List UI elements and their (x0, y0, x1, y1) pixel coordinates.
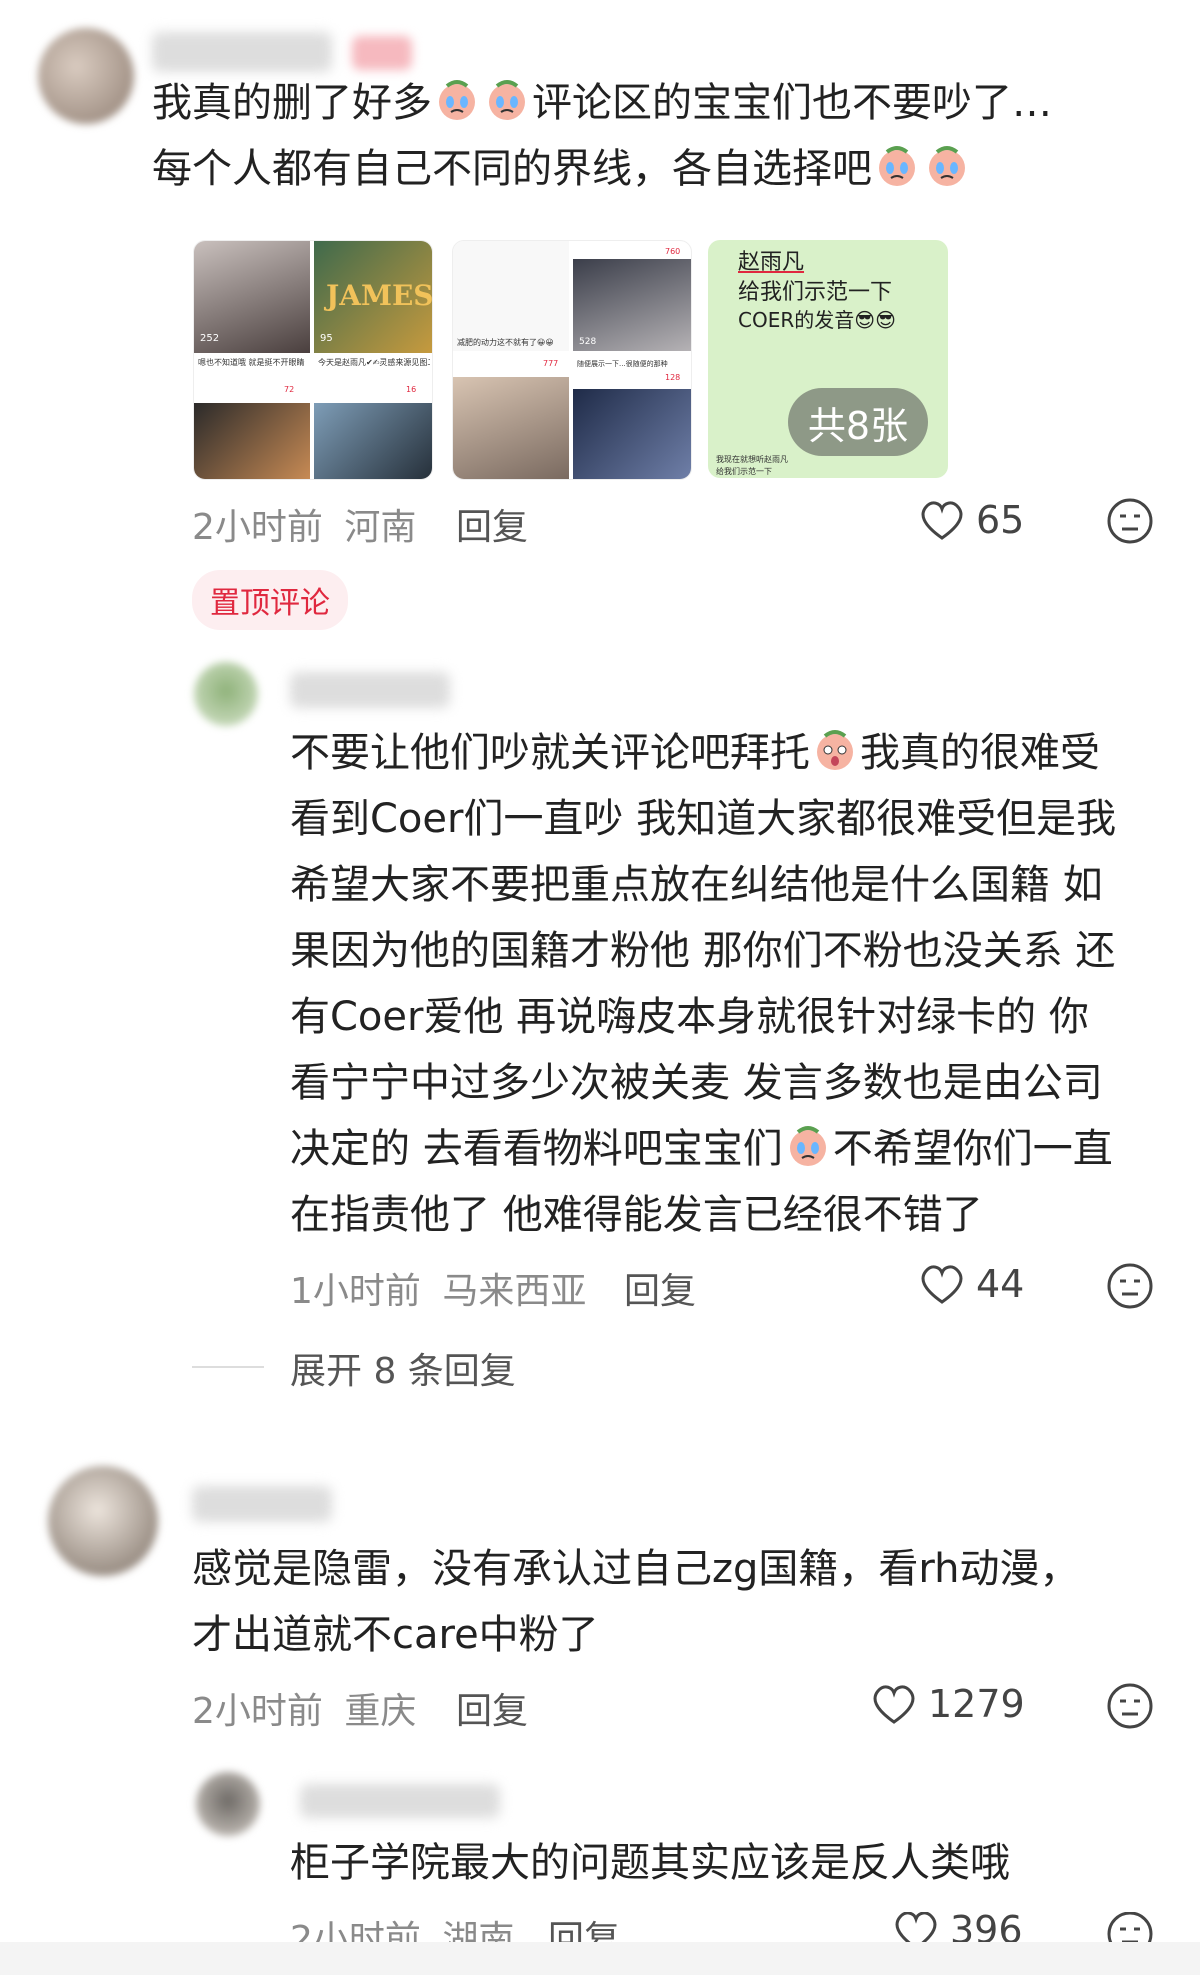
dislike-face-icon[interactable] (1106, 1682, 1154, 1730)
note-line: COER的发音😎😎 (738, 308, 896, 332)
view-count: 760 (665, 247, 681, 256)
view-count: 252 (200, 333, 220, 344)
comment-meta: 2小时前 湖南 (290, 1912, 514, 1942)
note-caption: 我现在就想听赵雨凡 (716, 455, 788, 464)
comment-time: 2小时前 (192, 507, 323, 548)
like-count: 65 (976, 498, 1025, 542)
like-count: 44 (976, 1262, 1025, 1306)
comment-location: 重庆 (344, 1691, 417, 1732)
note-caption: 给我们示范一下 (716, 467, 772, 476)
heart-icon (921, 501, 963, 540)
commenter-name[interactable] (290, 672, 450, 708)
like-count: 16 (406, 385, 417, 394)
like-button[interactable]: 65 (918, 498, 1024, 542)
comment-text: 感觉是隐雷，没有承认过自己zg国籍，看rh动漫， 才出道就不care中粉了 (192, 1536, 1182, 1668)
comment-line: 决定的 去看看物料吧宝宝们 不希望你们一直 (290, 1116, 1170, 1182)
commenter-name[interactable] (300, 1784, 500, 1818)
like-count: 777 (543, 359, 559, 368)
like-count: 72 (284, 385, 295, 394)
like-button[interactable]: 396 (892, 1912, 1023, 1942)
comment-line: 希望大家不要把重点放在纠结他是什么国籍 如 (290, 862, 1103, 908)
commenter-avatar[interactable] (48, 1466, 158, 1576)
comment-line: 有Coer爱他 再说嗨皮本身就很针对绿卡的 你 (290, 994, 1089, 1040)
note-line: 给我们示范一下 (738, 280, 893, 305)
comment-line: 柜子学院最大的问题其实应该是反人类哦 (290, 1840, 1010, 1886)
image-count-badge[interactable]: 共8张 (788, 388, 928, 456)
caption: 嗯也不知道哦 就是挺不开眼睛 (198, 358, 305, 367)
bottom-bar (0, 1942, 1200, 1975)
caption: 今天是赵雨凡✔✍灵感来源见图二 (318, 358, 430, 367)
shocked-peach-emoji-icon (817, 730, 853, 770)
dislike-face-icon[interactable] (1106, 1262, 1154, 1310)
comment-text: 我真的删了好多 评论区的宝宝们也不要吵了… 每个人都有自己不同的界线，各自选择吧 (152, 70, 1152, 202)
comment-text: 柜子学院最大的问题其实应该是反人类哦 (290, 1830, 1170, 1896)
crying-peach-emoji-icon (879, 146, 915, 186)
photo-screenshot (453, 241, 569, 351)
reply-button[interactable]: 回复 (456, 498, 528, 550)
comment-line: 看到Coer们一直吵 我知道大家都很难受但是我 (290, 796, 1117, 842)
comment-line: 不要让他们吵就关评论吧拜托 我真的很难受 (290, 720, 1170, 786)
commenter-avatar[interactable] (194, 662, 258, 726)
crying-peach-emoji-icon (489, 80, 525, 120)
crying-peach-emoji-icon (439, 80, 475, 120)
comment-location: 河南 (344, 507, 417, 548)
reply-button[interactable]: 回复 (456, 1682, 528, 1734)
comment-image-3[interactable]: 赵雨凡 给我们示范一下 COER的发音😎😎 我现在就想听赵雨凡 给我们示范一下 … (708, 240, 948, 478)
photo-street (194, 403, 310, 479)
like-count: 1279 (928, 1682, 1025, 1726)
comment-image-2[interactable]: 760 528 减肥的动力这不就有了😀😀 随便展示一下...很随便的那种 777… (452, 240, 692, 480)
dislike-face-icon[interactable] (1106, 497, 1154, 545)
like-count: 128 (665, 373, 681, 382)
comment-line: 果因为他的国籍才粉他 那你们不粉也没关系 还 (290, 928, 1116, 974)
comment-time: 2小时前 (192, 1691, 323, 1732)
like-button[interactable]: 44 (918, 1262, 1024, 1306)
view-count: 528 (579, 337, 597, 347)
view-count: 95 (320, 333, 333, 344)
caption: 随便展示一下...很随便的那种 (577, 360, 668, 368)
comment-meta: 2小时前 重庆 (192, 1682, 416, 1734)
commenter-name[interactable] (152, 32, 332, 72)
heart-icon (921, 1265, 963, 1304)
comment-line: 在指责他了 他难得能发言已经很不错了 (290, 1192, 983, 1238)
commenter-name[interactable] (192, 1486, 332, 1522)
commenter-avatar[interactable] (196, 1772, 260, 1836)
comment-meta: 1小时前 马来西亚 (290, 1262, 586, 1314)
photo-dark (573, 389, 691, 479)
comment-line: 才出道就不care中粉了 (192, 1612, 599, 1658)
comment-text: 不要让他们吵就关评论吧拜托 我真的很难受 看到Coer们一直吵 我知道大家都很难受… (290, 720, 1170, 1248)
photo-closeup (453, 377, 569, 479)
comment-line: 每个人都有自己不同的界线，各自选择吧 (152, 136, 1152, 202)
photo-stage (314, 403, 432, 479)
note-line: 赵雨凡 (738, 250, 805, 275)
pinned-comment-badge: 置顶评论 (192, 570, 348, 630)
caption: 减肥的动力这不就有了😀😀 (457, 338, 554, 347)
reply-button[interactable]: 回复 (624, 1262, 696, 1314)
comment-image-1[interactable]: JAMES 252 95 嗯也不知道哦 就是挺不开眼睛 今天是赵雨凡✔✍灵感来源… (193, 240, 433, 480)
comment-time: 2小时前 (290, 1919, 421, 1942)
heart-icon (895, 1912, 937, 1942)
like-button[interactable]: 1279 (870, 1682, 1025, 1726)
comment-location: 马来西亚 (442, 1271, 587, 1312)
comment-line: 我真的删了好多 评论区的宝宝们也不要吵了… (152, 70, 1152, 136)
comment-line: 感觉是隐雷，没有承认过自己zg国籍，看rh动漫， (192, 1546, 1080, 1592)
comment-line: 看宁宁中过多少次被关麦 发言多数也是由公司 (290, 1060, 1103, 1106)
expand-divider (192, 1366, 264, 1368)
reply-button[interactable]: 回复 (548, 1912, 620, 1942)
crying-peach-emoji-icon (789, 1126, 826, 1166)
like-count: 396 (950, 1912, 1023, 1942)
crying-peach-emoji-icon (929, 146, 965, 186)
commenter-badge (352, 36, 412, 70)
heart-icon (873, 1685, 915, 1724)
comment-time: 1小时前 (290, 1271, 421, 1312)
cutoff-meta-row: 2小时前 湖南 回复 396 (0, 1912, 1200, 1942)
expand-replies-button[interactable]: 展开 8 条回复 (290, 1342, 516, 1394)
commenter-avatar[interactable] (38, 28, 134, 124)
comment-meta: 2小时前 河南 (192, 498, 416, 550)
comment-location: 湖南 (442, 1919, 515, 1942)
dislike-face-icon[interactable] (1106, 1912, 1154, 1942)
